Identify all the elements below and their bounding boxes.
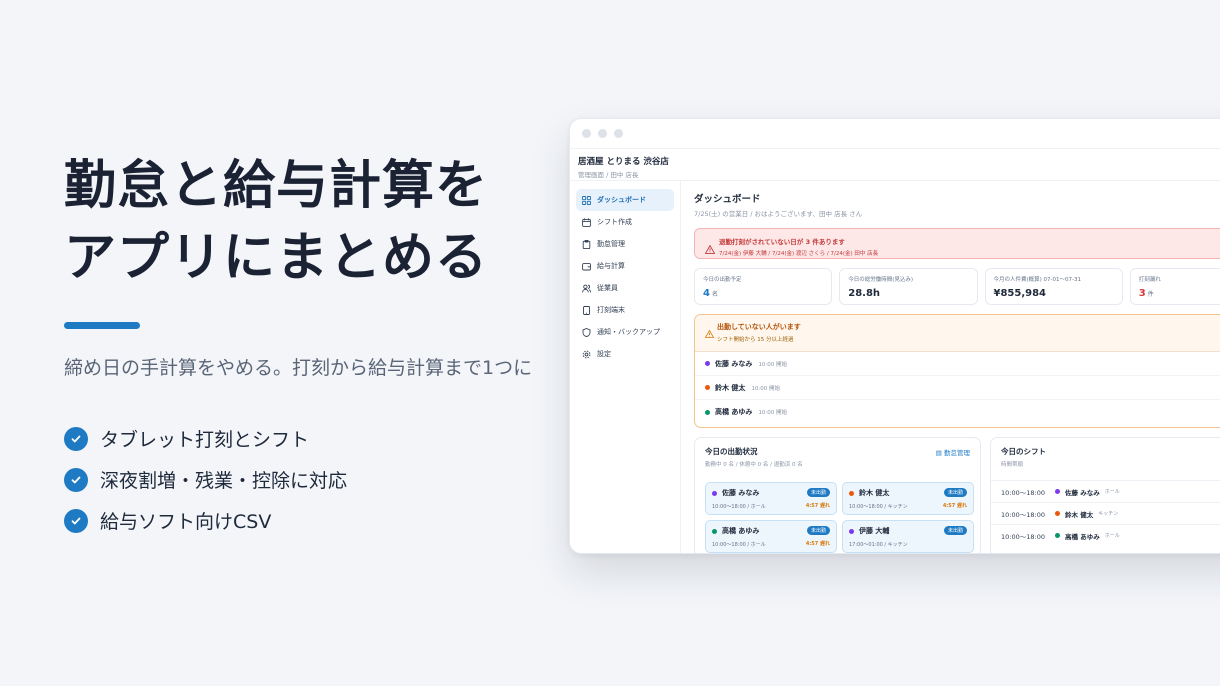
calendar-icon [582,217,591,227]
person-dot [705,385,710,390]
late-label: 4:57 遅れ [805,503,830,509]
accent-rule [64,322,140,329]
person-dot [1055,489,1060,494]
sidebar-item-employees[interactable]: 従業員 [576,277,674,299]
status-badge: 未出勤 [806,526,830,535]
alert-title: 退勤打刻がされていない日が 3 件あります [719,238,845,246]
feature-item: 深夜割増・残業・控除に対応 [64,459,564,500]
absent-row[interactable]: 佐藤 みなみ 10:00 開始 [695,352,1220,376]
person-dot [849,490,854,496]
person-dot [849,528,854,534]
hero-subtitle: 締め日の手計算をやめる。打刻から給与計算まで1つに [64,357,533,379]
absent-row[interactable]: 鈴木 健太 10:00 開始 [695,376,1220,400]
hero-section: 勤怠と給与計算を アプリにまとめる 締め日の手計算をやめる。打刻から給与計算まで… [64,150,564,541]
stat-card-labor-cost: 今月の人件費(概算) 07-01〜07-31 ¥855,984 [984,268,1123,305]
absent-row[interactable]: 高橋 あゆみ 10:00 開始 [695,400,1220,424]
sidebar-item-notify[interactable]: 通知・バックアップ [576,321,674,343]
clipboard-icon: ▤ [935,449,944,457]
store-name: 居酒屋 とりまる 渋谷店 [578,157,669,167]
alert-detail: 7/24(金) 伊藤 大輔 / 7/24(金) 渡辺 さくら / 7/24(金)… [719,251,879,257]
absent-header: 出勤していない人がいます シフト開始から 15 分以上経過 [695,315,1220,352]
sidebar-item-dashboard[interactable]: ダッシュボード [576,189,674,211]
sidebar-item-settings[interactable]: 設定 [576,343,674,365]
shift-row[interactable]: 10:00〜18:00 鈴木 健太 キッチン [991,502,1220,524]
person-dot [1055,511,1060,516]
sidebar-item-terminal[interactable]: 打刻端末 [576,299,674,321]
window-titlebar [570,119,1220,149]
window-dot[interactable] [582,129,591,138]
warning-icon [704,323,715,342]
person-dot [712,528,717,534]
sidebar-item-attendance[interactable]: 勤怠管理 [576,233,674,255]
page-date: 7/25(土) の営業日 / おはようございます、田中 店長 さん 1件 [694,210,863,218]
person-dot [705,409,710,415]
today-status-card: 今日の出勤状況 勤務中 0 名 / 休憩中 0 名 / 退勤済 0 名 ▤ 勤怠… [694,437,981,553]
status-badge: 未出勤 [806,488,830,497]
check-icon [64,426,88,451]
shift-row[interactable]: 10:00〜18:00 高橋 あゆみ ホール [991,524,1220,546]
status-tile[interactable]: 佐藤 みなみ 10:00〜18:00 / ホール 未出勤 4:57 遅れ [705,482,837,515]
stat-card-scheduled: 今日の出勤予定 4名 [694,268,833,305]
feature-item: 給与ソフト向けCSV [64,500,564,541]
page-title: ダッシュボード [694,194,761,205]
person-dot [712,490,717,496]
check-icon [64,467,88,492]
gear-icon [582,350,591,359]
sidebar-item-shift[interactable]: シフト作成 [576,211,674,233]
stats-row: 今日の出勤予定 4名 今日の総労働時間(見込み) 28.8h 今月の人件費(概算… [694,268,1220,305]
stat-card-hours: 今日の総労働時間(見込み) 28.8h [839,268,978,305]
feature-list: タブレット打刻とシフト 深夜割増・残業・控除に対応 給与ソフト向けCSV [64,418,564,541]
main-content: ダッシュボード 7/25(土) の営業日 / おはようございます、田中 店長 さ… [682,181,1220,553]
feature-item: タブレット打刻とシフト [64,418,564,459]
stat-card-missing-punch: 打刻漏れ 3件 [1129,268,1220,305]
grid-icon [582,195,591,205]
status-tile[interactable]: 高橋 あゆみ 10:00〜18:00 / ホール 未出勤 4:57 遅れ [705,520,837,553]
role-line: 管理画面 / 田中 店長 [578,171,639,179]
tablet-icon [582,305,591,315]
app-header: 居酒屋 とりまる 渋谷店 管理画面 / 田中 店長 自分 [570,149,1220,181]
warning-icon [704,239,716,258]
users-icon [582,284,591,293]
clipboard-icon [582,239,591,249]
shift-row[interactable]: 10:00〜18:00 佐藤 みなみ ホール [991,480,1220,502]
bottom-panels: 今日の出勤状況 勤務中 0 名 / 休憩中 0 名 / 退勤済 0 名 ▤ 勤怠… [694,437,1220,553]
today-shift-card: 今日のシフト 時間帯順 10:00〜18:00 佐藤 みなみ ホール 10:00〜1… [990,437,1220,553]
absent-panel: 出勤していない人がいます シフト開始から 15 分以上経過 佐藤 みなみ 10:0… [694,314,1220,428]
late-label: 4:57 遅れ [805,541,830,547]
check-icon [64,508,88,533]
missing-punch-alert[interactable]: 退勤打刻がされていない日が 3 件あります 7/24(金) 伊藤 大輔 / 7/… [694,228,1220,259]
wallet-icon [582,262,591,271]
status-tile[interactable]: 鈴木 健太 10:00〜18:00 / キッチン 未出勤 4:57 遅れ [842,482,974,515]
window-dot[interactable] [614,129,623,138]
person-dot [705,361,710,366]
late-label: 4:57 遅れ [942,503,967,509]
status-badge: 未出勤 [943,488,967,497]
status-tile[interactable]: 伊藤 大輔 17:00〜01:00 / キッチン 未出勤 [842,520,974,553]
sidebar: ダッシュボード シフト作成 勤怠管理 給与計算 従業員 打刻端末 通知・バックア… [570,181,681,553]
sidebar-item-payroll[interactable]: 給与計算 [576,255,674,277]
shield-icon [582,327,591,337]
status-grid: 佐藤 みなみ 10:00〜18:00 / ホール 未出勤 4:57 遅れ 鈴木 … [705,482,974,553]
status-badge: 未出勤 [943,526,967,535]
person-dot [1055,533,1060,538]
window-dot[interactable] [598,129,607,138]
hero-title: 勤怠と給与計算を アプリにまとめる [64,156,489,288]
attendance-link[interactable]: ▤ 勤怠管理 [936,447,970,457]
app-window: 居酒屋 とりまる 渋谷店 管理画面 / 田中 店長 自分 ダッシュボード シフト… [569,118,1220,554]
